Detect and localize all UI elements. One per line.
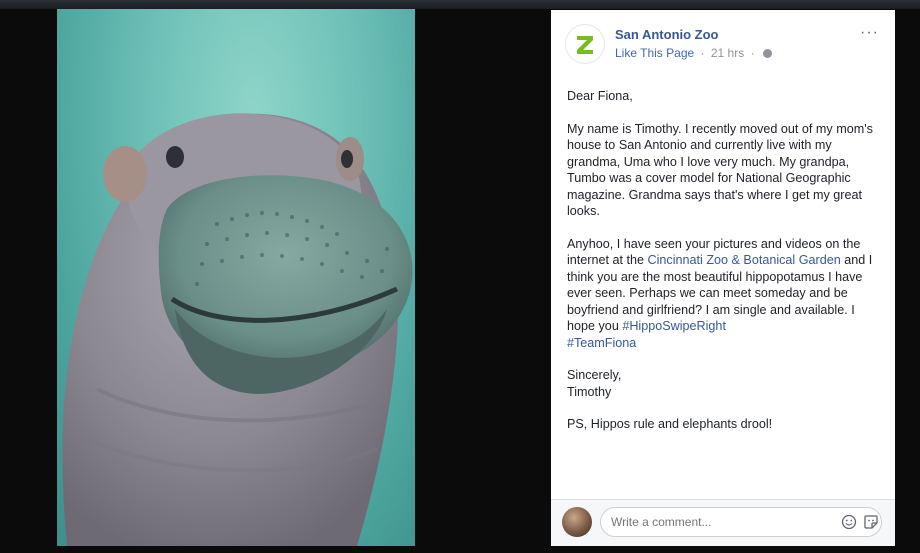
avatar[interactable] xyxy=(562,507,592,537)
paragraph-intro: My name is Timothy. I recently moved out… xyxy=(567,121,873,219)
postscript-text: PS, Hippos rule and elephants drool! xyxy=(567,417,773,431)
hashtag-teamfiona[interactable]: #TeamFiona xyxy=(567,336,636,350)
hashtag-hipposwiperight[interactable]: #HippoSwipeRight xyxy=(622,319,726,333)
comment-input[interactable] xyxy=(600,507,882,537)
post-text: Dear Fiona, My name is Timothy. I recent… xyxy=(567,88,885,449)
zoo-logo-icon[interactable] xyxy=(565,24,605,64)
post-meta: Like This Page · 21 hrs · xyxy=(615,46,772,60)
browser-top-bar xyxy=(0,0,920,9)
page-name-link[interactable]: San Antonio Zoo xyxy=(615,27,719,42)
paragraph-main: Anyhoo, I have seen your pictures and vi… xyxy=(567,236,885,352)
hippo-photo[interactable] xyxy=(57,9,415,546)
meta-separator-2: · xyxy=(750,46,755,60)
signature-text: Timothy xyxy=(567,384,612,399)
closing-text: Sincerely, xyxy=(567,368,622,382)
cincinnati-zoo-link[interactable]: Cincinnati Zoo & Botanical Garden xyxy=(648,253,841,267)
sticker-icon[interactable] xyxy=(863,514,879,530)
greeting-text: Dear Fiona, xyxy=(567,89,633,103)
globe-icon xyxy=(762,49,772,58)
post-panel: San Antonio Zoo Like This Page · 21 hrs … xyxy=(551,10,895,546)
like-page-link[interactable]: Like This Page xyxy=(615,46,694,60)
comment-bar xyxy=(551,499,895,546)
sign-off: Sincerely, Timothy xyxy=(567,367,885,400)
post-header: San Antonio Zoo Like This Page · 21 hrs … xyxy=(565,24,885,66)
more-options-icon[interactable]: ··· xyxy=(860,25,879,41)
hippo-illustration xyxy=(62,113,413,546)
post-timestamp[interactable]: 21 hrs xyxy=(711,46,744,60)
meta-separator: · xyxy=(700,46,705,60)
smiley-icon[interactable] xyxy=(841,514,857,530)
